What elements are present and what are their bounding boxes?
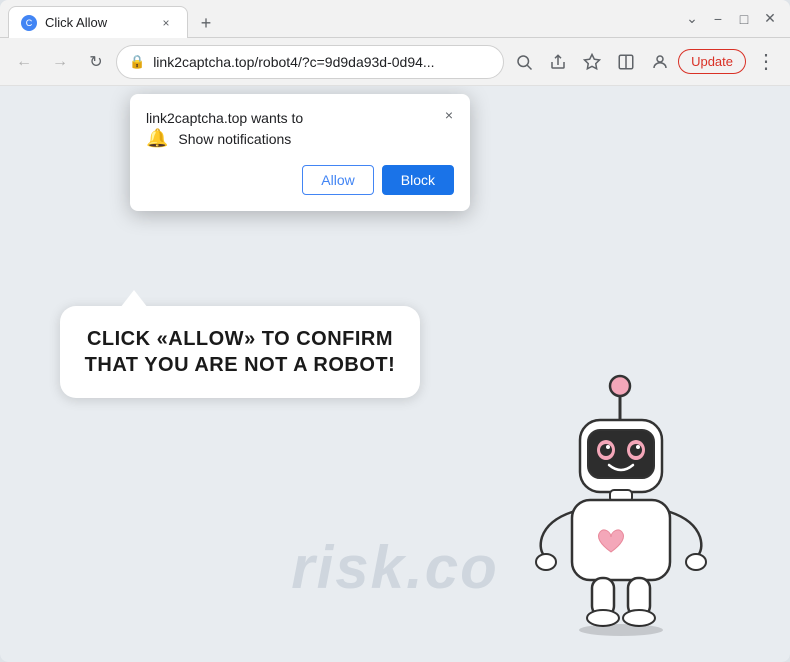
tab-close-button[interactable]: × [157, 14, 175, 32]
popup-close-button[interactable]: × [438, 104, 460, 126]
share-icon-button[interactable] [542, 46, 574, 78]
tab-favicon: C [21, 15, 37, 31]
split-view-button[interactable] [610, 46, 642, 78]
back-button[interactable]: ← [8, 46, 40, 78]
bubble-text: CLICK «ALLOW» TO CONFIRM THAT YOU ARE NO… [84, 326, 396, 378]
robot-illustration [510, 362, 730, 642]
active-tab[interactable]: C Click Allow × [8, 6, 188, 38]
content-area: risk.co link2captcha.top wants to × 🔔 Sh… [0, 86, 790, 662]
menu-button[interactable]: ⋮ [750, 46, 782, 78]
tab-area: C Click Allow × + [8, 0, 672, 37]
notification-label: Show notifications [178, 131, 291, 147]
address-bar[interactable]: 🔒 link2captcha.top/robot4/?c=9d9da93d-0d… [116, 45, 504, 79]
tab-title: Click Allow [45, 15, 149, 30]
bell-icon: 🔔 [146, 128, 168, 149]
forward-button[interactable]: → [44, 46, 76, 78]
window-minimize-button[interactable]: − [706, 7, 730, 31]
window-collapse-button[interactable]: ⌄ [680, 7, 704, 31]
block-button[interactable]: Block [382, 165, 454, 195]
bookmark-icon-button[interactable] [576, 46, 608, 78]
browser-toolbar: ← → ↻ 🔒 link2captcha.top/robot4/?c=9d9da… [0, 38, 790, 86]
speech-bubble: CLICK «ALLOW» TO CONFIRM THAT YOU ARE NO… [60, 306, 420, 398]
browser-window: C Click Allow × + ⌄ − □ ✕ ← → ↻ 🔒 link2c… [0, 0, 790, 662]
window-controls: ⌄ − □ ✕ [680, 7, 782, 31]
popup-title: link2captcha.top wants to [146, 110, 303, 126]
popup-action-buttons: Allow Block [146, 165, 454, 195]
profile-icon-button[interactable] [644, 46, 676, 78]
refresh-button[interactable]: ↻ [80, 46, 112, 78]
lock-icon: 🔒 [129, 54, 145, 70]
allow-button[interactable]: Allow [302, 165, 373, 195]
window-maximize-button[interactable]: □ [732, 7, 756, 31]
url-text: link2captcha.top/robot4/?c=9d9da93d-0d94… [153, 54, 491, 70]
search-icon-button[interactable] [508, 46, 540, 78]
title-bar: C Click Allow × + ⌄ − □ ✕ [0, 0, 790, 38]
new-tab-button[interactable]: + [192, 9, 220, 37]
update-button[interactable]: Update [678, 49, 746, 74]
window-close-button[interactable]: ✕ [758, 7, 782, 31]
toolbar-icons: Update ⋮ [508, 46, 782, 78]
notification-popup: link2captcha.top wants to × 🔔 Show notif… [130, 94, 470, 211]
notification-row: 🔔 Show notifications [146, 128, 454, 149]
robot-svg [510, 362, 730, 642]
